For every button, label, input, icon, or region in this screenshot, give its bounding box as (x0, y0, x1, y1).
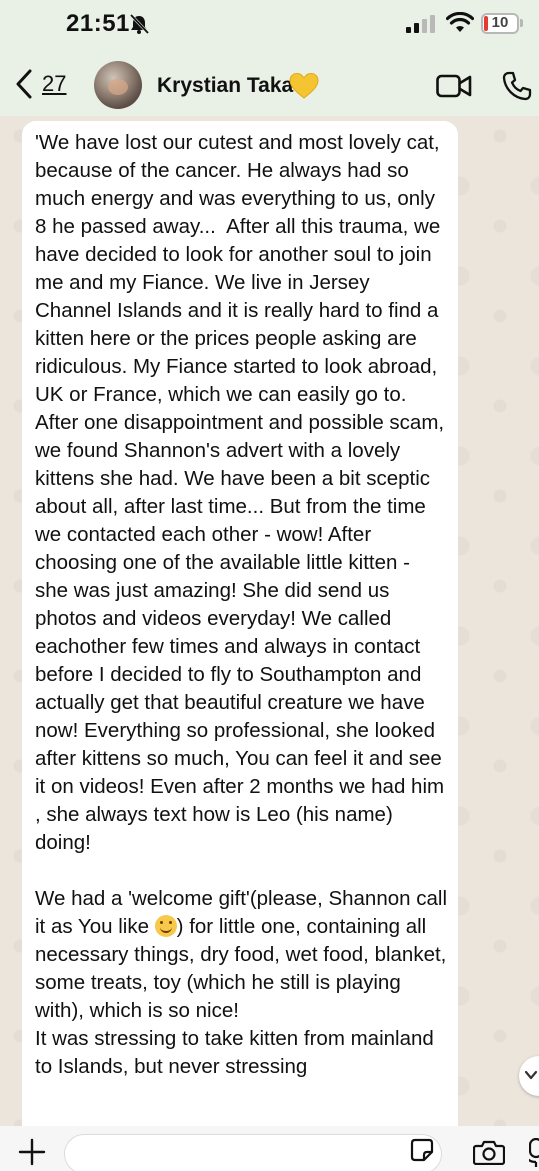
bell-muted-icon (129, 13, 150, 35)
status-bar: 21:51 10 (0, 0, 539, 50)
microphone-icon[interactable] (529, 1138, 539, 1168)
avatar[interactable] (94, 61, 142, 109)
back-chevron-icon (16, 69, 32, 99)
sticker-icon[interactable] (410, 1138, 434, 1162)
wifi-icon (446, 12, 474, 32)
video-call-icon[interactable] (436, 74, 472, 98)
chat-area[interactable]: 'We have lost our cutest and most lovely… (0, 116, 539, 1126)
phone-call-icon[interactable] (502, 71, 532, 101)
camera-icon[interactable] (473, 1139, 505, 1165)
yellow-heart-icon (289, 72, 319, 99)
battery-icon: 10 (481, 13, 519, 34)
smiling-face-emoji (154, 915, 177, 937)
battery-level: 10 (491, 14, 509, 31)
message-text-part1: 'We have lost our cutest and most lovely… (35, 131, 447, 938)
contact-name[interactable]: Krystian Taka (157, 74, 293, 98)
back-button[interactable]: 27 (14, 64, 66, 104)
status-time: 21:51 (66, 10, 130, 37)
chat-header: 27 Krystian Taka (0, 50, 539, 116)
message-text-part2: ) for little one, containing all necessa… (35, 915, 447, 1078)
input-bar (0, 1126, 539, 1171)
message-input[interactable] (64, 1134, 442, 1171)
plus-icon[interactable] (18, 1138, 46, 1166)
unread-count: 27 (42, 71, 67, 96)
cellular-signal-icon (406, 15, 435, 33)
battery-tip (520, 19, 523, 27)
chevron-down-icon (524, 1070, 538, 1080)
message-bubble[interactable]: 'We have lost our cutest and most lovely… (22, 121, 458, 1126)
